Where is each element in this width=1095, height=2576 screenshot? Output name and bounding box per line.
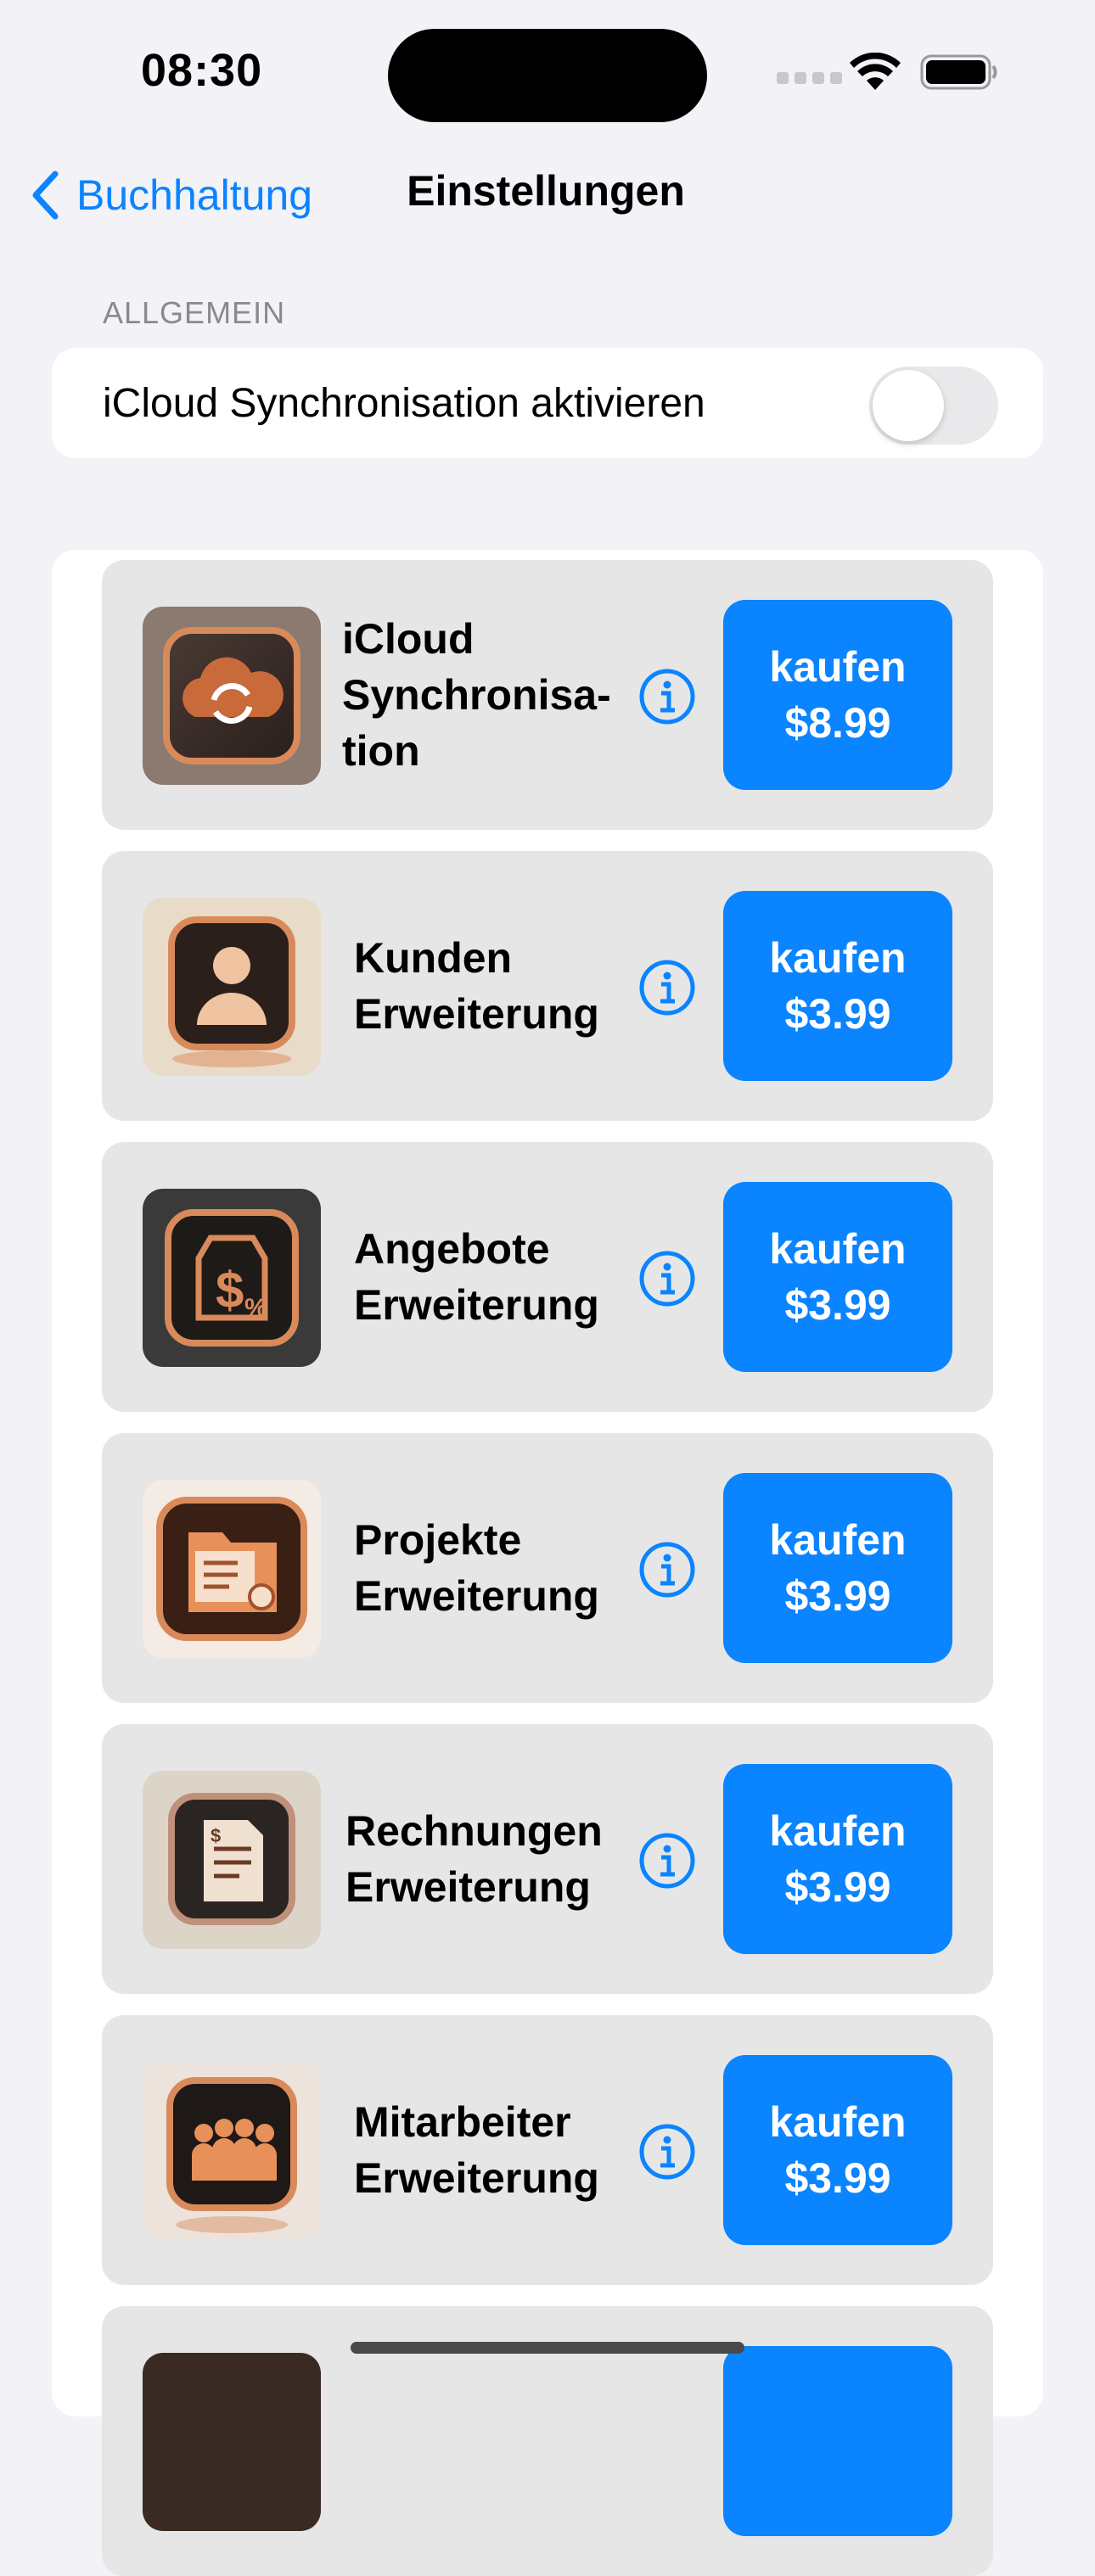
buy-button-label: kaufen bbox=[769, 643, 907, 691]
info-icon[interactable] bbox=[638, 959, 696, 1016]
info-icon[interactable] bbox=[638, 668, 696, 725]
product-name: Kunden Erweiterung bbox=[354, 934, 599, 1038]
product-name: Mitarbeiter Erweiterung bbox=[354, 2098, 599, 2202]
invoice-icon: $ bbox=[143, 1771, 321, 1949]
nav-title-container: Einstellungen bbox=[0, 166, 1095, 216]
product-name: iCloud Synchronisa- tion bbox=[342, 615, 611, 775]
project-folder-icon bbox=[143, 1480, 321, 1658]
product-card-angebote: $ % Angebote Erweiterung kaufen $3.99 bbox=[102, 1142, 993, 1412]
products-list: iCloud Synchronisa- tion kaufen $8.99 Ku… bbox=[52, 550, 1043, 2576]
svg-text:$: $ bbox=[216, 1262, 244, 1319]
buy-button-price: $3.99 bbox=[784, 1281, 891, 1329]
product-name: Rechnungen Erweiterung bbox=[345, 1807, 603, 1911]
product-card-mitarbeiter: Mitarbeiter Erweiterung kaufen $3.99 bbox=[102, 2015, 993, 2285]
customer-icon bbox=[143, 898, 321, 1076]
section-header-general: ALLGEMEIN bbox=[103, 295, 286, 330]
buy-button-label: kaufen bbox=[769, 1225, 907, 1273]
product-name: Projekte Erweiterung bbox=[354, 1516, 599, 1620]
buy-button-label: kaufen bbox=[769, 1807, 907, 1855]
buy-button[interactable]: kaufen $8.99 bbox=[723, 600, 952, 790]
buy-button-price: $3.99 bbox=[784, 990, 891, 1038]
product-card-kunden: Kunden Erweiterung kaufen $3.99 bbox=[102, 851, 993, 1121]
info-icon[interactable] bbox=[638, 1832, 696, 1890]
dynamic-island bbox=[388, 29, 707, 122]
buy-button-label: kaufen bbox=[769, 1516, 907, 1564]
product-card-icloud: iCloud Synchronisa- tion kaufen $8.99 bbox=[102, 560, 993, 830]
product-card-projekte: Projekte Erweiterung kaufen $3.99 bbox=[102, 1433, 993, 1703]
buy-button-label: kaufen bbox=[769, 934, 907, 982]
buy-button[interactable] bbox=[723, 2346, 952, 2536]
employees-icon bbox=[143, 2062, 321, 2240]
battery-icon bbox=[920, 54, 997, 90]
cellular-signal-icon bbox=[777, 72, 842, 84]
wifi-icon bbox=[850, 53, 901, 90]
buy-button-price: $3.99 bbox=[784, 2154, 891, 2202]
status-time: 08:30 bbox=[141, 45, 263, 96]
product-icon-partial bbox=[143, 2353, 321, 2531]
icloud-toggle-row: iCloud Synchronisation aktivieren bbox=[52, 348, 1043, 458]
info-icon[interactable] bbox=[638, 1541, 696, 1599]
buy-button-label: kaufen bbox=[769, 2098, 907, 2146]
info-icon[interactable] bbox=[638, 2123, 696, 2181]
buy-button[interactable]: kaufen $3.99 bbox=[723, 1473, 952, 1663]
product-name: Angebote Erweiterung bbox=[354, 1225, 599, 1329]
buy-button[interactable]: kaufen $3.99 bbox=[723, 891, 952, 1081]
svg-text:$: $ bbox=[211, 1825, 221, 1846]
buy-button-price: $3.99 bbox=[784, 1572, 891, 1620]
home-indicator bbox=[351, 2342, 744, 2354]
price-tag-icon: $ % bbox=[143, 1189, 321, 1367]
icloud-sync-toggle[interactable] bbox=[869, 367, 998, 445]
page-title: Einstellungen bbox=[407, 167, 685, 215]
cloud-sync-icon bbox=[143, 607, 321, 785]
svg-text:%: % bbox=[244, 1294, 267, 1322]
info-icon[interactable] bbox=[638, 1250, 696, 1308]
buy-button-price: $3.99 bbox=[784, 1863, 891, 1911]
buy-button[interactable]: kaufen $3.99 bbox=[723, 1182, 952, 1372]
buy-button[interactable]: kaufen $3.99 bbox=[723, 1764, 952, 1954]
buy-button[interactable]: kaufen $3.99 bbox=[723, 2055, 952, 2245]
buy-button-price: $8.99 bbox=[784, 699, 891, 747]
icloud-toggle-label: iCloud Synchronisation aktivieren bbox=[103, 381, 705, 426]
product-card-rechnungen: $ Rechnungen Erweiterung kaufen $3.99 bbox=[102, 1724, 993, 1994]
toggle-knob bbox=[873, 370, 944, 441]
